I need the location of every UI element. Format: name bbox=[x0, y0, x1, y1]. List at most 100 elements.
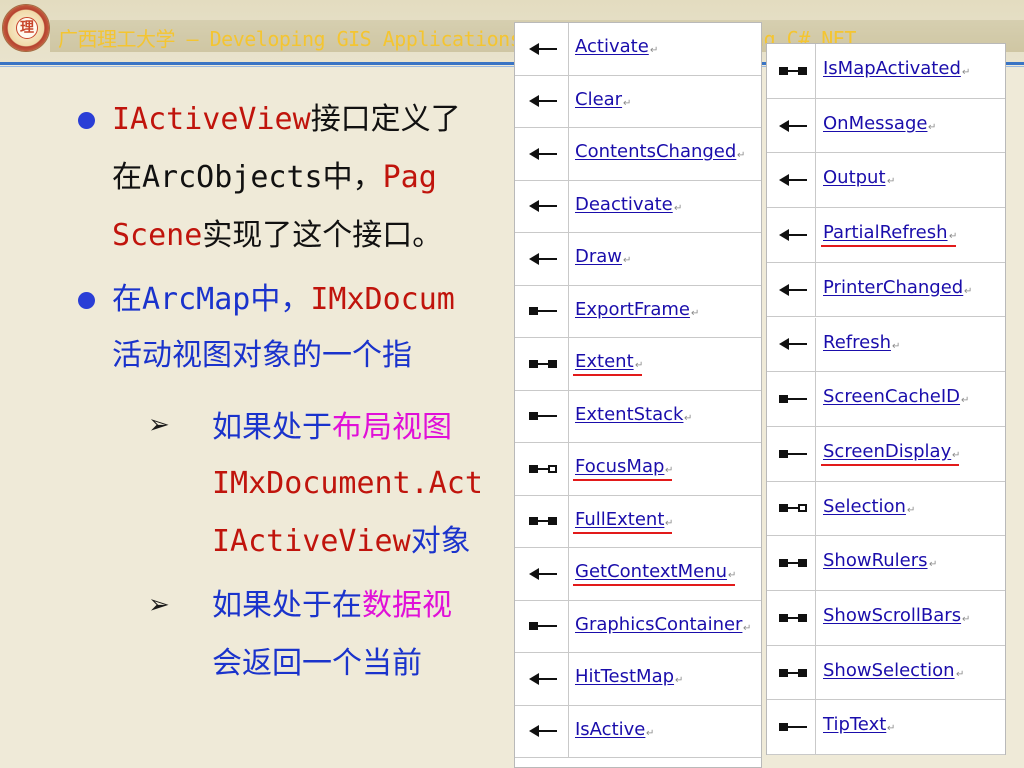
member-link-partialrefresh[interactable]: PartialRefresh bbox=[823, 222, 948, 243]
method-icon bbox=[529, 95, 557, 108]
member-link-focusmap[interactable]: FocusMap bbox=[575, 456, 664, 477]
method-icon bbox=[529, 252, 557, 265]
member-icon-cell bbox=[515, 75, 569, 127]
member-row: ShowSelection ↵ bbox=[767, 645, 1005, 701]
member-icon-cell bbox=[515, 180, 569, 232]
member-icon-cell bbox=[515, 285, 569, 337]
text-segment: 在ArcObjects中， bbox=[112, 160, 383, 195]
member-link-printerchanged[interactable]: PrinterChanged bbox=[823, 277, 963, 298]
member-row: GetContextMenu ↵ bbox=[515, 548, 761, 601]
member-link-draw[interactable]: Draw bbox=[575, 246, 622, 267]
method-icon bbox=[779, 174, 807, 187]
return-mark: ↵ bbox=[892, 340, 901, 352]
member-link-fullextent[interactable]: FullExtent bbox=[575, 509, 664, 530]
member-row: Draw ↵ bbox=[515, 233, 761, 286]
method-icon bbox=[529, 147, 557, 160]
member-link-graphicscontainer[interactable]: GraphicsContainer bbox=[575, 614, 742, 635]
member-row: OnMessage ↵ bbox=[767, 98, 1005, 154]
member-link-output[interactable]: Output bbox=[823, 167, 886, 188]
highlight-underline bbox=[573, 479, 672, 481]
member-row: FocusMap ↵ bbox=[515, 443, 761, 496]
get-ref-property-icon bbox=[529, 464, 557, 474]
member-row: Output ↵ bbox=[767, 153, 1005, 209]
member-row: Extent ↵ bbox=[515, 338, 761, 391]
member-icon-cell bbox=[767, 44, 816, 98]
member-link-clear[interactable]: Clear bbox=[575, 89, 622, 110]
member-link-getcontextmenu[interactable]: GetContextMenu bbox=[575, 561, 727, 582]
return-mark: ↵ bbox=[952, 449, 961, 461]
term-scene: Scene bbox=[112, 218, 203, 253]
member-link-exportframe[interactable]: ExportFrame bbox=[575, 299, 690, 320]
member-icon-cell bbox=[515, 548, 569, 600]
member-icon-cell bbox=[515, 600, 569, 652]
member-row: TipText ↵ bbox=[767, 700, 1005, 756]
member-link-tiptext[interactable]: TipText bbox=[823, 714, 886, 735]
member-link-onmessage[interactable]: OnMessage bbox=[823, 113, 927, 134]
member-icon-cell bbox=[767, 372, 816, 426]
member-link-ismapactivated[interactable]: IsMapActivated bbox=[823, 58, 961, 79]
member-icon-cell bbox=[515, 495, 569, 547]
member-icon-cell bbox=[767, 262, 816, 317]
member-link-deactivate[interactable]: Deactivate bbox=[575, 194, 673, 215]
member-row: GraphicsContainer ↵ bbox=[515, 600, 761, 653]
term-iactiveview: IActiveView bbox=[112, 102, 311, 137]
member-row: IsMapActivated ↵ bbox=[767, 44, 1005, 99]
member-icon-cell bbox=[767, 153, 816, 208]
return-mark: ↵ bbox=[929, 559, 938, 571]
member-link-extent[interactable]: Extent bbox=[575, 351, 634, 372]
return-mark: ↵ bbox=[691, 307, 700, 319]
member-icon-cell bbox=[515, 128, 569, 180]
get-property-icon bbox=[529, 411, 557, 421]
return-mark: ↵ bbox=[635, 360, 644, 371]
member-row: Activate ↵ bbox=[515, 23, 761, 76]
return-mark: ↵ bbox=[962, 67, 971, 78]
term-data-view: 数据视 bbox=[362, 588, 452, 623]
member-link-selection[interactable]: Selection bbox=[823, 496, 906, 517]
arrow-bullet-icon: ➢ bbox=[148, 590, 170, 620]
return-mark: ↵ bbox=[623, 97, 632, 109]
return-mark: ↵ bbox=[907, 504, 916, 516]
member-row: ExtentStack ↵ bbox=[515, 390, 761, 443]
arrow-bullet-icon: ➢ bbox=[148, 410, 170, 440]
member-link-screencacheid[interactable]: ScreenCacheID bbox=[823, 386, 960, 407]
member-icon-cell bbox=[767, 317, 816, 372]
member-row: ShowRulers ↵ bbox=[767, 536, 1005, 591]
member-link-activate[interactable]: Activate bbox=[575, 36, 649, 57]
member-link-contentschanged[interactable]: ContentsChanged bbox=[575, 141, 736, 162]
return-mark: ↵ bbox=[675, 675, 684, 686]
member-link-showselection[interactable]: ShowSelection bbox=[823, 660, 955, 681]
member-icon-cell bbox=[515, 390, 569, 442]
member-icon-cell bbox=[515, 338, 569, 390]
method-icon bbox=[529, 567, 557, 580]
member-link-showscrollbars[interactable]: ShowScrollBars bbox=[823, 605, 961, 626]
member-icon-cell bbox=[767, 98, 816, 153]
member-row: FullExtent ↵ bbox=[515, 495, 761, 548]
member-link-refresh[interactable]: Refresh bbox=[823, 332, 891, 353]
text-segment: 在ArcMap中， bbox=[112, 282, 311, 317]
return-mark: ↵ bbox=[737, 150, 746, 161]
paragraph-2-line-2: 活动视图对象的一个指 bbox=[112, 338, 412, 373]
get-set-property-icon bbox=[779, 66, 807, 76]
method-icon bbox=[779, 338, 807, 351]
method-icon bbox=[529, 42, 557, 55]
highlight-underline bbox=[573, 584, 735, 586]
term-pagelayout: Pag bbox=[382, 160, 437, 195]
return-mark: ↵ bbox=[961, 395, 970, 407]
text-segment: 如果处于在 bbox=[212, 588, 362, 623]
member-link-screendisplay[interactable]: ScreenDisplay bbox=[823, 441, 951, 462]
text-segment: 如果处于 bbox=[212, 410, 332, 445]
member-link-isactive[interactable]: IsActive bbox=[575, 719, 645, 740]
get-set-property-icon bbox=[779, 613, 807, 623]
logo-mark: 理 bbox=[16, 17, 38, 39]
return-mark: ↵ bbox=[964, 285, 973, 297]
member-row: ExportFrame ↵ bbox=[515, 285, 761, 338]
paragraph-1-line-3: Scene实现了这个接口。 bbox=[112, 216, 442, 256]
get-property-icon bbox=[779, 394, 807, 404]
member-link-hittestmap[interactable]: HitTestMap bbox=[575, 666, 674, 687]
bullet-dot bbox=[78, 292, 95, 309]
member-link-showrulers[interactable]: ShowRulers bbox=[823, 550, 928, 571]
return-mark: ↵ bbox=[665, 465, 674, 476]
member-icon-cell bbox=[767, 481, 816, 536]
member-link-extentstack[interactable]: ExtentStack bbox=[575, 404, 683, 425]
member-row: PartialRefresh ↵ bbox=[767, 208, 1005, 263]
